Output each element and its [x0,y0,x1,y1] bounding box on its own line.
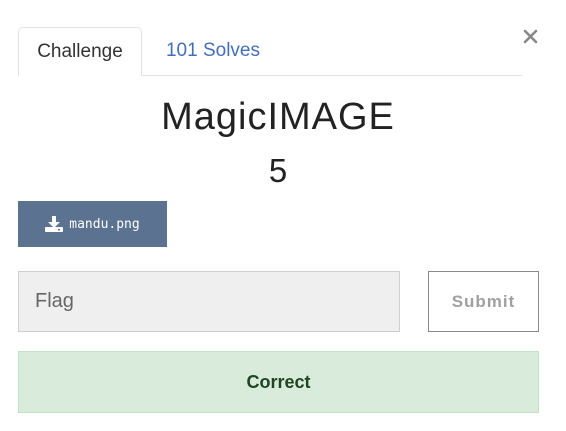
challenge-modal: Challenge 101 Solves MagicIMAGE 5 mandu.… [0,0,566,431]
tab-challenge-label: Challenge [37,40,123,62]
close-button[interactable] [523,29,538,44]
submit-button[interactable]: Submit [428,271,539,332]
download-icon [45,216,64,232]
flag-input[interactable] [18,271,400,332]
tab-bar: Challenge 101 Solves [18,26,522,76]
tab-solves-label: 101 Solves [165,40,260,61]
tab-solves[interactable]: 101 Solves [142,27,278,75]
download-file-button[interactable]: mandu.png [18,201,167,247]
download-filename: mandu.png [69,216,140,232]
challenge-title: MagicIMAGE [161,96,395,138]
challenge-points: 5 [268,152,288,189]
close-icon [523,29,538,44]
result-message: Correct [18,351,539,413]
tab-challenge[interactable]: Challenge [18,27,142,76]
result-text: Correct [246,371,311,392]
